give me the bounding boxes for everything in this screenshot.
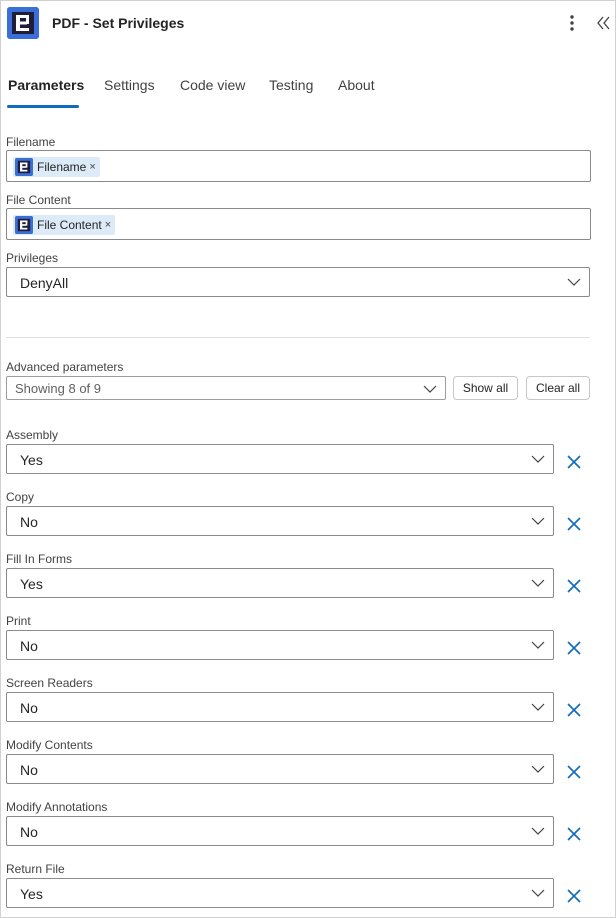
active-tab-indicator — [7, 105, 79, 108]
assembly-label: Assembly — [6, 428, 59, 442]
file-content-field[interactable]: File Content × — [6, 208, 591, 240]
print-value: No — [20, 638, 38, 654]
modify-contents-dropdown[interactable]: No — [6, 754, 554, 784]
chevron-down-icon — [531, 765, 545, 773]
privileges-dropdown[interactable]: DenyAll — [6, 267, 590, 297]
file-content-label: File Content — [6, 193, 71, 207]
fill-in-forms-label: Fill In Forms — [6, 552, 72, 566]
remove-copy-icon[interactable] — [566, 516, 582, 532]
filename-label: Filename — [6, 135, 56, 149]
assembly-value: Yes — [20, 452, 43, 468]
chevron-down-icon — [567, 278, 581, 286]
clear-all-button[interactable]: Clear all — [526, 376, 590, 400]
panel-header: PDF - Set Privileges — [0, 0, 616, 46]
chevron-down-icon — [423, 385, 437, 393]
chevron-down-icon — [531, 703, 545, 711]
app-logo-icon — [15, 158, 33, 176]
remove-modify-contents-icon[interactable] — [566, 764, 582, 780]
remove-token-icon[interactable]: × — [105, 219, 111, 231]
print-dropdown[interactable]: No — [6, 630, 554, 660]
modify-contents-label: Modify Contents — [6, 738, 93, 752]
remove-fill-in-forms-icon[interactable] — [566, 578, 582, 594]
print-label: Print — [6, 614, 31, 628]
copy-dropdown[interactable]: No — [6, 506, 554, 536]
tab-code-view[interactable]: Code view — [180, 77, 245, 93]
modify-annotations-value: No — [20, 824, 38, 840]
double-chevron-left-icon[interactable] — [594, 12, 614, 34]
filename-field[interactable]: Filename × — [6, 150, 591, 182]
remove-modify-annotations-icon[interactable] — [566, 826, 582, 842]
screen-readers-value: No — [20, 700, 38, 716]
advanced-parameters-dropdown[interactable]: Showing 8 of 9 — [6, 376, 446, 400]
chevron-down-icon — [531, 889, 545, 897]
modify-annotations-label: Modify Annotations — [6, 800, 108, 814]
return-file-value: Yes — [20, 886, 43, 902]
copy-label: Copy — [6, 490, 35, 504]
filename-token[interactable]: Filename × — [13, 157, 100, 177]
tab-about[interactable]: About — [338, 77, 375, 93]
chevron-down-icon — [531, 517, 545, 525]
fill-in-forms-dropdown[interactable]: Yes — [6, 568, 554, 598]
more-vertical-icon[interactable] — [562, 12, 582, 34]
remove-assembly-icon[interactable] — [566, 454, 582, 470]
remove-return-file-icon[interactable] — [566, 888, 582, 904]
tab-bar: Parameters Settings Code view Testing Ab… — [0, 70, 616, 110]
tab-parameters[interactable]: Parameters — [8, 77, 84, 93]
chevron-down-icon — [531, 455, 545, 463]
remove-token-icon[interactable]: × — [89, 161, 95, 173]
tab-testing[interactable]: Testing — [269, 77, 313, 93]
privileges-value: DenyAll — [20, 275, 69, 291]
chevron-down-icon — [531, 827, 545, 835]
section-divider — [6, 337, 590, 338]
panel-title: PDF - Set Privileges — [52, 15, 185, 31]
assembly-dropdown[interactable]: Yes — [6, 444, 554, 474]
remove-print-icon[interactable] — [566, 640, 582, 656]
return-file-label: Return File — [6, 862, 65, 876]
chevron-down-icon — [531, 579, 545, 587]
screen-readers-label: Screen Readers — [6, 676, 93, 690]
filename-token-label: Filename — [37, 160, 87, 174]
tab-settings[interactable]: Settings — [104, 77, 155, 93]
modify-contents-value: No — [20, 762, 38, 778]
privileges-label: Privileges — [6, 251, 59, 265]
app-logo-icon — [15, 216, 33, 234]
screen-readers-dropdown[interactable]: No — [6, 692, 554, 722]
fill-in-forms-value: Yes — [20, 576, 43, 592]
modify-annotations-dropdown[interactable]: No — [6, 816, 554, 846]
file-content-token[interactable]: File Content × — [13, 215, 116, 235]
app-logo-icon — [7, 7, 39, 39]
advanced-parameters-label: Advanced parameters — [6, 360, 124, 374]
return-file-dropdown[interactable]: Yes — [6, 878, 554, 908]
file-content-token-label: File Content — [37, 218, 102, 232]
show-all-button[interactable]: Show all — [453, 376, 518, 400]
remove-screen-readers-icon[interactable] — [566, 702, 582, 718]
copy-value: No — [20, 514, 38, 530]
chevron-down-icon — [531, 641, 545, 649]
advanced-showing-value: Showing 8 of 9 — [15, 381, 102, 396]
